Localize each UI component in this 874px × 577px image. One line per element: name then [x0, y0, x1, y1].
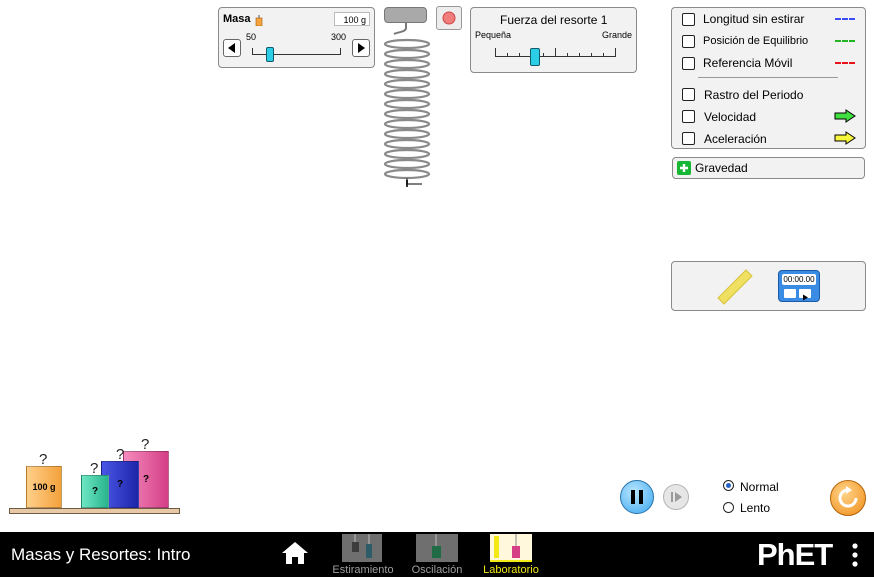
moving-reference-checkbox[interactable] — [682, 57, 695, 70]
mass-100g[interactable]: 100 g — [26, 466, 62, 508]
natural-length-label: Longitud sin estirar — [703, 12, 805, 26]
screen-tab-stretch[interactable]: Estiramiento — [330, 534, 396, 576]
screen-tab-lab[interactable]: Laboratorio — [478, 534, 544, 576]
moving-reference-label: Referencia Móvil — [703, 56, 793, 70]
spring-min-label: Pequeña — [475, 30, 512, 40]
mass-panel: Masa 100 g 50 300 — [218, 7, 375, 68]
mass-decrease-button[interactable] — [223, 39, 241, 57]
mass-title: Masa — [223, 13, 251, 25]
mass-slider-thumb[interactable] — [265, 47, 274, 62]
toolbox-panel: 00:00.00 — [671, 261, 866, 311]
stopwatch-reset-icon — [784, 289, 796, 298]
mass-max-label: 300 — [331, 32, 347, 42]
spring-strength-title: Fuerza del resorte 1 — [500, 13, 608, 27]
kebab-menu-icon — [852, 543, 858, 567]
stop-icon — [442, 11, 456, 25]
moving-reference-line-icon — [835, 62, 855, 64]
options-divider — [698, 77, 838, 78]
menu-kebab-button[interactable] — [850, 541, 860, 569]
speed-slow-radio[interactable] — [723, 502, 734, 513]
oscillation-screen-icon — [416, 534, 458, 562]
stopwatch-readout: 00:00.00 — [782, 274, 816, 285]
pause-button[interactable] — [620, 480, 654, 514]
equilibrium-line-icon — [835, 40, 855, 42]
speed-normal-radio[interactable] — [723, 480, 734, 491]
mass-100g-label: 100 g — [32, 482, 56, 492]
mass-teal-hook: ? — [90, 460, 99, 477]
spring[interactable] — [378, 22, 438, 192]
navigation-bar: Masas y Resortes: Intro Estiramiento Osc… — [0, 532, 874, 577]
screen-tab-stretch-label: Estiramiento — [332, 564, 394, 576]
spring-max-label: Grande — [601, 30, 632, 40]
spring-slider-thumb[interactable] — [529, 48, 540, 66]
step-forward-button[interactable] — [663, 484, 689, 510]
spring-hanger — [384, 7, 427, 23]
equilibrium-checkbox[interactable] — [682, 35, 695, 48]
mass-slider-tick-left — [252, 48, 253, 55]
arrow-right-icon — [358, 43, 365, 53]
speed-slow-label: Lento — [740, 501, 771, 515]
acceleration-arrow-icon — [834, 131, 856, 145]
mass-slider-tick-right — [340, 48, 341, 55]
mass-value-field: 100 g — [334, 12, 370, 26]
acceleration-label: Aceleración — [704, 132, 767, 146]
velocity-label: Velocidad — [704, 110, 757, 124]
period-trace-checkbox[interactable] — [682, 88, 695, 101]
phet-brand-text: PhET — [757, 537, 833, 572]
natural-length-checkbox[interactable] — [682, 13, 695, 26]
options-panel: Longitud sin estirar Posición de Equilib… — [671, 7, 866, 149]
natural-length-line-icon — [835, 18, 855, 20]
phet-logo[interactable]: PhET — [757, 537, 847, 572]
home-icon — [282, 542, 308, 564]
speed-normal-label: Normal — [740, 480, 779, 494]
pause-icon — [631, 490, 643, 504]
mass-100g-hook: ? — [39, 451, 48, 468]
spring-strength-panel: Fuerza del resorte 1 Pequeña Grande — [470, 7, 637, 73]
weight-icon — [255, 13, 263, 31]
screen-tab-oscillation[interactable]: Oscilación — [404, 534, 470, 576]
mass-unknown-teal[interactable]: ? — [81, 475, 109, 508]
home-button[interactable] — [281, 541, 309, 567]
equilibrium-label: Posición de Equilibrio — [703, 35, 809, 47]
step-forward-icon — [671, 492, 682, 502]
gravity-accordion[interactable]: Gravedad — [672, 157, 865, 179]
stopwatch-icon[interactable]: 00:00.00 — [778, 270, 820, 302]
ruler-icon[interactable] — [716, 268, 754, 306]
mass-increase-button[interactable] — [352, 39, 370, 57]
period-trace-label: Rastro del Periodo — [704, 88, 804, 102]
mass-teal-label: ? — [91, 486, 99, 497]
arrow-left-icon — [228, 43, 235, 53]
acceleration-checkbox[interactable] — [682, 132, 695, 145]
mass-pink-hook: ? — [141, 436, 150, 453]
stopwatch-play-icon — [799, 289, 811, 301]
stop-button[interactable] — [436, 6, 462, 30]
velocity-arrow-icon — [834, 109, 856, 123]
screen-tab-lab-label: Laboratorio — [483, 564, 539, 576]
stretch-screen-icon — [342, 534, 382, 562]
lab-screen-icon — [490, 534, 532, 562]
mass-min-label: 50 — [246, 32, 257, 42]
expand-plus-icon[interactable] — [677, 161, 691, 175]
mass-blue-hook: ? — [116, 446, 125, 463]
reset-icon — [838, 486, 858, 508]
sim-title: Masas y Resortes: Intro — [11, 545, 191, 564]
mass-shelf — [9, 508, 180, 514]
screen-tab-oscillation-label: Oscilación — [411, 564, 463, 576]
reset-all-button[interactable] — [830, 480, 866, 516]
gravity-label: Gravedad — [695, 161, 748, 175]
velocity-checkbox[interactable] — [682, 110, 695, 123]
spring-slider-ticks — [495, 48, 616, 57]
